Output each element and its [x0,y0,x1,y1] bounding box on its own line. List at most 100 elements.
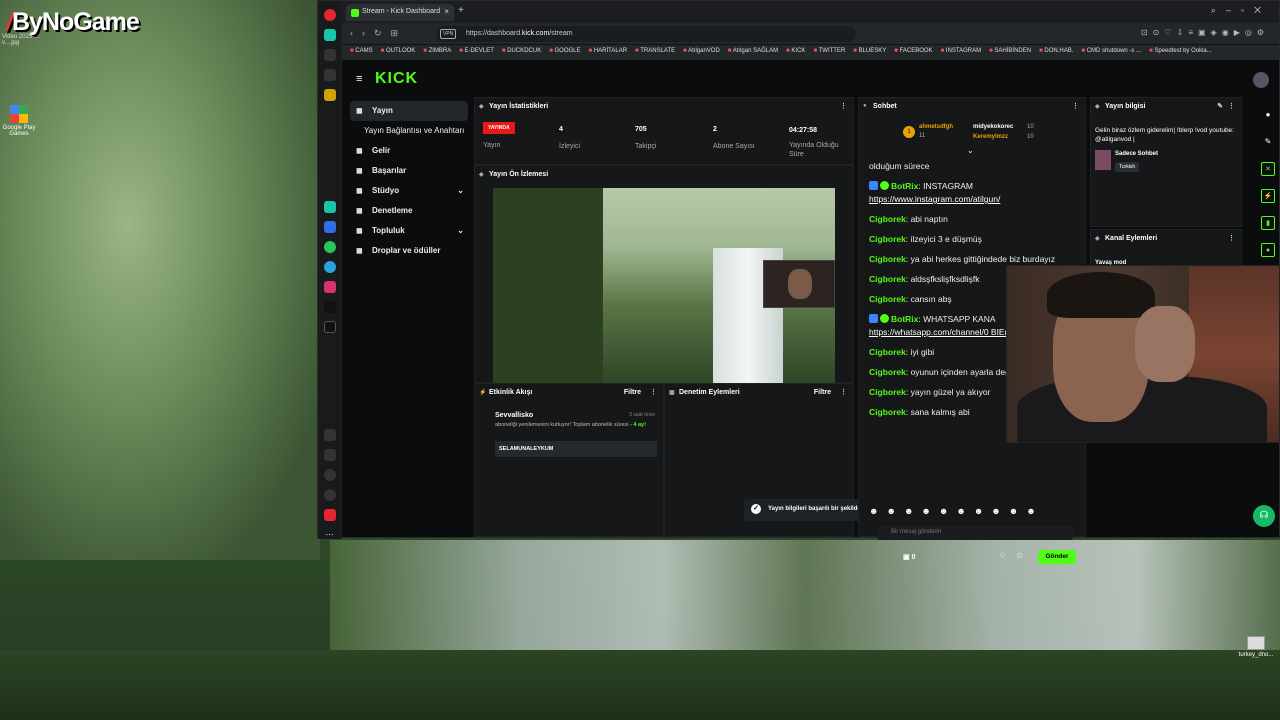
telegram-icon[interactable] [323,261,336,273]
chat-username[interactable]: Cigborek [869,234,906,244]
chat-link[interactable]: https://www.instagram.com/atilgun/ [869,194,1000,204]
close-tab-icon[interactable]: × [444,7,449,16]
activity-menu-icon[interactable]: ⋮ [650,388,657,396]
chat-username[interactable]: Cigborek [869,407,906,417]
x-icon[interactable] [323,321,336,333]
stats-menu-icon[interactable]: ⋮ [840,102,847,110]
bookmark-item[interactable]: BLUESKY [853,48,886,54]
apps-icon[interactable] [323,429,336,441]
bookmark-item[interactable]: E-DEVLET [459,48,494,54]
record-icon[interactable] [323,509,336,521]
bookmark-item[interactable]: DON.HAB. [1039,48,1073,54]
menu-item[interactable]: ◼ Topluluk ⌄ [350,221,468,241]
address-bar[interactable]: VPN https://dashboard.kick.com/stream [436,26,856,42]
chat-menu-icon[interactable]: ⋮ [1072,102,1079,110]
menu-item[interactable]: Yayın Bağlantısı ve Anahtarı [350,121,468,141]
bookmark-item[interactable]: Speedtest by Ookla... [1149,48,1212,54]
chat-username[interactable]: Cigborek [869,274,906,284]
bookmark-item[interactable]: ZIMBRA [423,48,451,54]
menu-item[interactable]: ◼ Başarılar [350,161,468,181]
emote-bar[interactable]: ☻☻☻☻☻☻☻☻☻☻ [869,506,1044,516]
activity-user[interactable]: Sevvallisko [495,412,533,419]
bookmark-item[interactable]: GOOGLE [549,48,580,54]
history-icon[interactable] [323,469,336,481]
more-icon[interactable]: ⋯ [324,529,336,541]
chat-username[interactable]: BotRix [891,314,918,324]
chat-username[interactable]: Cigborek [869,347,906,357]
tiktok-icon[interactable] [323,301,336,313]
facebook-messenger-icon[interactable] [323,221,336,233]
window-controls[interactable]: ⌕–▫✕ [1211,5,1271,16]
menu-item[interactable]: ◼ Gelir [350,141,468,161]
info-menu-icon[interactable]: ⋮ [1228,102,1235,110]
extension-icons[interactable]: ⊡⊙♡⇩≡▣◈◉▶◎⚙ [1141,28,1269,37]
menu-item[interactable]: ◼ Yayın [350,101,468,121]
mod-filter-button[interactable]: Filtre [814,389,831,396]
pencil-icon[interactable]: ✎ [1261,135,1275,149]
vpn-badge[interactable]: VPN [440,29,457,39]
new-tab-button[interactable]: + [458,5,464,16]
expand-chevron-icon[interactable]: ⌄ [967,146,974,155]
info-edit-icon[interactable]: ✎ [1217,102,1223,110]
shortcut-2-icon[interactable]: ⚡ [1261,189,1275,203]
chevron-down-icon[interactable]: ⌄ [457,186,464,195]
crown-icon[interactable] [323,89,336,101]
bookmark-item[interactable]: SAHİBİNDEN [989,48,1031,54]
bookmark-item[interactable]: TWITTER [813,48,845,54]
mod-menu-icon[interactable]: ⋮ [840,388,847,396]
turkey-shortcut[interactable]: turkey_dno... [1236,636,1276,658]
stream-preview-video[interactable] [493,188,835,383]
opera-icon[interactable] [323,9,336,21]
hamburger-menu-icon[interactable]: ≡ [356,73,362,85]
messenger-icon[interactable] [323,201,336,213]
bookmark-item[interactable]: KICK [786,48,805,54]
desktop-file-label[interactable]: Video 2025-... v....jpg [2,34,39,46]
bookmark-item[interactable]: Atılgan SAĞLAM [728,48,778,54]
bookmark-item[interactable]: TRANSLATE [635,48,675,54]
bookmark-item[interactable]: DUCKDCUK [502,48,541,54]
info-circle-icon[interactable]: ● [1261,108,1275,122]
support-headset-icon[interactable]: ☊ [1253,505,1275,527]
activity-filter-button[interactable]: Filtre [624,389,641,396]
menu-item[interactable]: ◼ Stüdyo ⌄ [350,181,468,201]
google-play-games-shortcut[interactable]: Google Play Games [2,105,36,137]
leader-3-name[interactable]: Keremylmzz [973,134,1008,140]
menu-item[interactable]: ◼ Droplar ve ödüller [350,241,468,261]
instagram-icon[interactable] [323,281,336,293]
chat-username[interactable]: Cigborek [869,294,906,304]
chat-username[interactable]: Cigborek [869,367,906,377]
pin-icon[interactable] [323,49,336,61]
chat-input[interactable]: Bir mesaj gönderin [877,526,1073,540]
bookmark-item[interactable]: CAMS [350,48,373,54]
chat-username[interactable]: Cigborek [869,214,906,224]
menu-item[interactable]: ◼ Denetleme [350,201,468,221]
bookmark-item[interactable]: CMD shutdown -s ... [1081,48,1141,54]
chevron-down-icon[interactable]: ⌄ [457,226,464,235]
edit-icon[interactable] [323,449,336,461]
chat-text: : cansın abş [905,294,952,304]
shortcut-1-icon[interactable]: ✕ [1261,162,1275,176]
bookmark-item[interactable]: INSTAGRAM [941,48,982,54]
bookmark-item[interactable]: FACEBOOK [894,48,932,54]
user-avatar[interactable] [1253,72,1269,88]
tab-kick-dashboard[interactable]: Stream - Kick Dashboard × [346,4,454,21]
bookmark-item[interactable]: OUTLOOK [381,48,416,54]
bookmark-item[interactable]: HARİTALAR [589,48,628,54]
kick-logo[interactable]: KICK [375,70,418,88]
whatsapp-icon[interactable] [323,241,336,253]
settings-icon[interactable] [323,489,336,501]
chat-username[interactable]: Cigborek [869,387,906,397]
chat-settings-icon[interactable]: ⚙✿ [999,551,1033,560]
channel-menu-icon[interactable]: ⋮ [1228,234,1235,242]
nav-buttons[interactable]: ‹›↻⊞ [350,28,407,39]
chat-username[interactable]: Cigborek [869,254,906,264]
leader-2-name[interactable]: midyekokorec [973,124,1013,130]
home-icon[interactable] [323,29,336,41]
shortcut-3-icon[interactable]: ▮ [1261,216,1275,230]
leader-1-name[interactable]: ahmetsdfgh [919,124,953,130]
chat-username[interactable]: BotRix [891,181,918,191]
bookmark-item[interactable]: AtılganVOD [683,48,720,54]
shortcut-4-icon[interactable]: ● [1261,243,1275,257]
bag-icon[interactable] [323,69,336,81]
send-button[interactable]: Gönder [1038,550,1076,564]
